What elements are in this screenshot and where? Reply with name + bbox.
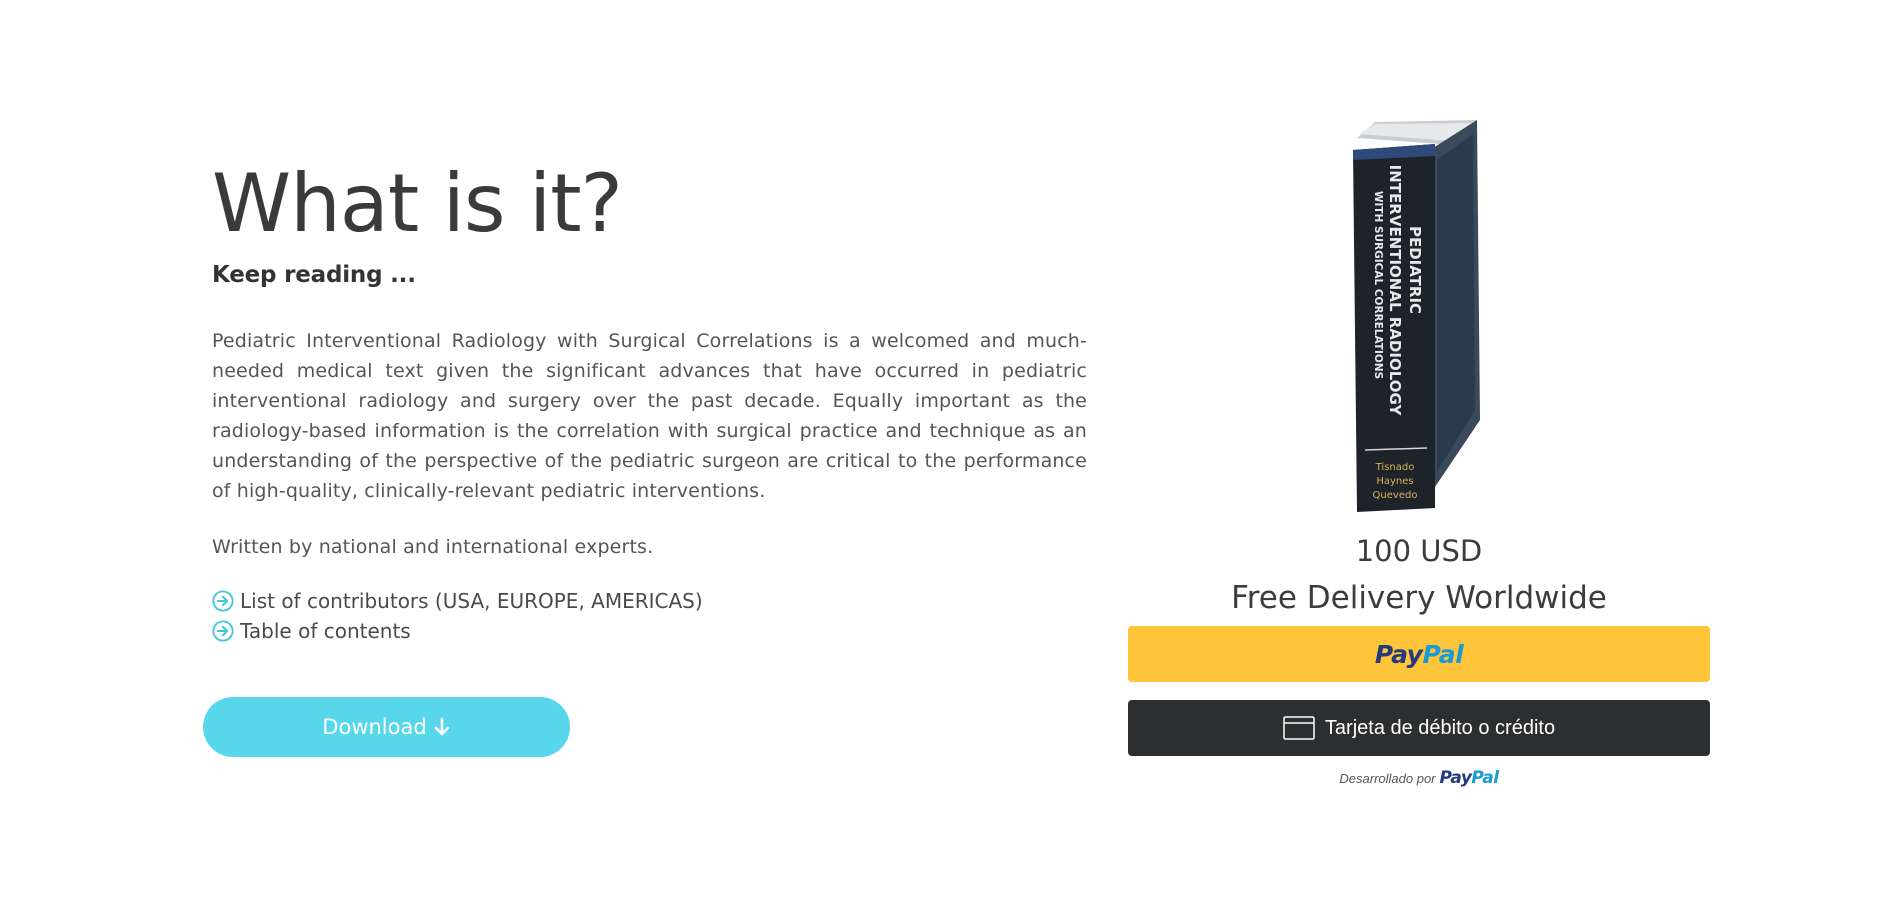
book-spine-title-3: WITH SURGICAL CORRELATIONS (1372, 191, 1384, 379)
book-author-2: Haynes (1376, 476, 1413, 487)
subtitle: Keep reading ... (212, 262, 416, 288)
download-button-label: Download (322, 715, 427, 739)
download-button[interactable]: Download (203, 697, 570, 757)
arrow-down-icon (434, 717, 449, 736)
card-payment-button[interactable]: Tarjeta de débito o crédito (1128, 700, 1710, 756)
info-section: What is it? Keep reading ... Pediatric I… (212, 160, 1087, 646)
table-of-contents-link-label: Table of contents (240, 619, 411, 643)
book-author-1: Tisnado (1375, 462, 1415, 473)
paypal-logo-small-pal: Pal (1471, 768, 1499, 788)
circle-arrow-right-icon (212, 590, 234, 612)
circle-arrow-right-icon (212, 620, 234, 642)
delivery-text: Free Delivery Worldwide (1231, 580, 1607, 616)
book-spine-title-2: INTERVENTIONAL RADIOLOGY (1386, 165, 1404, 417)
book-author-3: Quevedo (1373, 490, 1418, 501)
credit-card-icon (1283, 716, 1315, 740)
contributors-link[interactable]: List of contributors (USA, EUROPE, AMERI… (212, 586, 1087, 616)
links-list: List of contributors (USA, EUROPE, AMERI… (212, 586, 1087, 646)
powered-by-text: Desarrollado por (1339, 771, 1436, 786)
page-title: What is it? (212, 157, 623, 250)
paypal-button[interactable]: PayPal (1128, 626, 1710, 682)
description-paragraph: Pediatric Interventional Radiology with … (212, 330, 1087, 502)
card-payment-label: Tarjeta de débito o crédito (1324, 716, 1556, 739)
paypal-logo: PayPal (1374, 639, 1464, 669)
paypal-logo-small-pay: Pay (1439, 768, 1472, 788)
paypal-logo-pal: Pal (1422, 639, 1464, 669)
paypal-logo-pay: Pay (1374, 639, 1423, 669)
powered-by-paypal: Desarrollado por PayPal (1128, 768, 1710, 788)
paypal-logo-small: PayPal (1439, 768, 1500, 788)
book-spine-title-1: PEDIATRIC (1406, 226, 1424, 314)
contributors-link-label: List of contributors (USA, EUROPE, AMERI… (240, 589, 703, 613)
price: 100 USD (1355, 534, 1483, 568)
table-of-contents-link[interactable]: Table of contents (212, 616, 1087, 646)
page: What is it? Keep reading ... Pediatric I… (0, 0, 1900, 924)
experts-text: Written by national and international ex… (212, 536, 654, 558)
book-image: PEDIATRIC INTERVENTIONAL RADIOLOGY WITH … (1353, 120, 1480, 512)
